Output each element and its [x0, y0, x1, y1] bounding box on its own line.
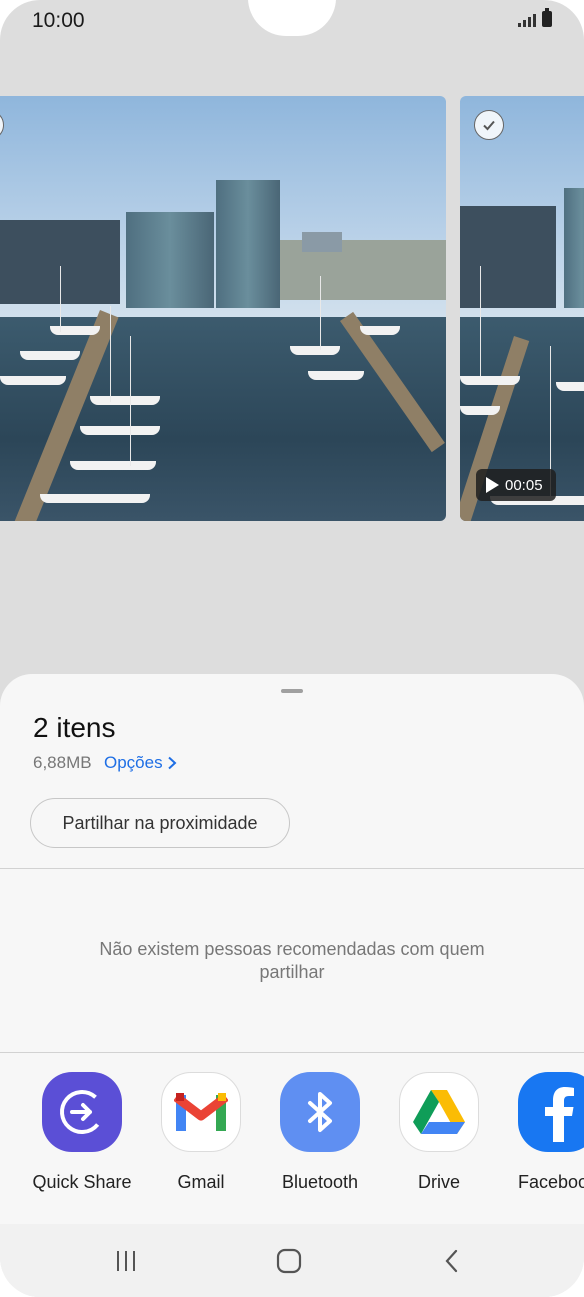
- sheet-drag-handle[interactable]: [281, 689, 303, 693]
- facebook-icon: [518, 1072, 584, 1152]
- divider: [0, 868, 584, 869]
- quick-share-icon: [42, 1072, 122, 1152]
- status-time: 10:00: [32, 9, 85, 32]
- status-bar: 10:00: [0, 0, 584, 44]
- app-label: Drive: [417, 1172, 460, 1192]
- system-icons: [518, 8, 552, 27]
- app-quick-share[interactable]: Quick Share: [22, 1072, 142, 1193]
- app-label: Bluetooth: [281, 1172, 359, 1192]
- recents-button[interactable]: [106, 1246, 146, 1276]
- share-apps-row: Quick Share Gmail Bluetooth Drive Facebo…: [0, 1052, 584, 1222]
- selected-photo[interactable]: [0, 96, 446, 521]
- home-icon: [276, 1248, 302, 1274]
- navigation-bar: [0, 1224, 584, 1297]
- no-recommended-people-text: Não existem pessoas recomendadas com que…: [99, 939, 485, 982]
- home-button[interactable]: [269, 1246, 309, 1276]
- share-items-size: 6,88MB: [33, 753, 92, 772]
- app-facebook[interactable]: Faceboo: [498, 1072, 584, 1193]
- camera-notch: [248, 0, 336, 36]
- chevron-right-icon: [167, 756, 177, 770]
- battery-icon: [542, 8, 552, 27]
- play-icon: [486, 477, 499, 493]
- video-duration-badge: 00:05: [476, 469, 556, 501]
- app-drive[interactable]: Drive: [379, 1072, 499, 1193]
- signal-icon: [518, 11, 536, 27]
- photo-2-select-checkbox[interactable]: [474, 110, 504, 140]
- app-label: Faceboo: [518, 1172, 584, 1192]
- share-sheet: 2 itens 6,88MB Opções Partilhar na proxi…: [0, 674, 584, 1297]
- recents-icon: [117, 1251, 135, 1271]
- gmail-icon: [161, 1072, 241, 1152]
- options-link[interactable]: Opções: [104, 753, 177, 773]
- check-icon: [483, 120, 495, 131]
- video-duration: 00:05: [505, 476, 543, 494]
- phone-screen: 10:00 00:05 2 itens 6,88MB Opções Partil…: [0, 0, 584, 1297]
- back-icon: [445, 1249, 458, 1273]
- share-nearby-button[interactable]: Partilhar na proximidade: [30, 798, 290, 848]
- app-bluetooth[interactable]: Bluetooth: [260, 1072, 380, 1193]
- selected-video[interactable]: 00:05: [460, 96, 584, 521]
- drive-icon: [399, 1072, 479, 1152]
- app-label: Quick Share: [32, 1172, 132, 1192]
- app-gmail[interactable]: Gmail: [141, 1072, 261, 1193]
- app-label: Gmail: [177, 1172, 225, 1192]
- options-label: Opções: [104, 753, 163, 772]
- back-button[interactable]: [432, 1246, 472, 1276]
- share-items-count: 2 itens: [33, 712, 116, 743]
- bluetooth-icon: [280, 1072, 360, 1152]
